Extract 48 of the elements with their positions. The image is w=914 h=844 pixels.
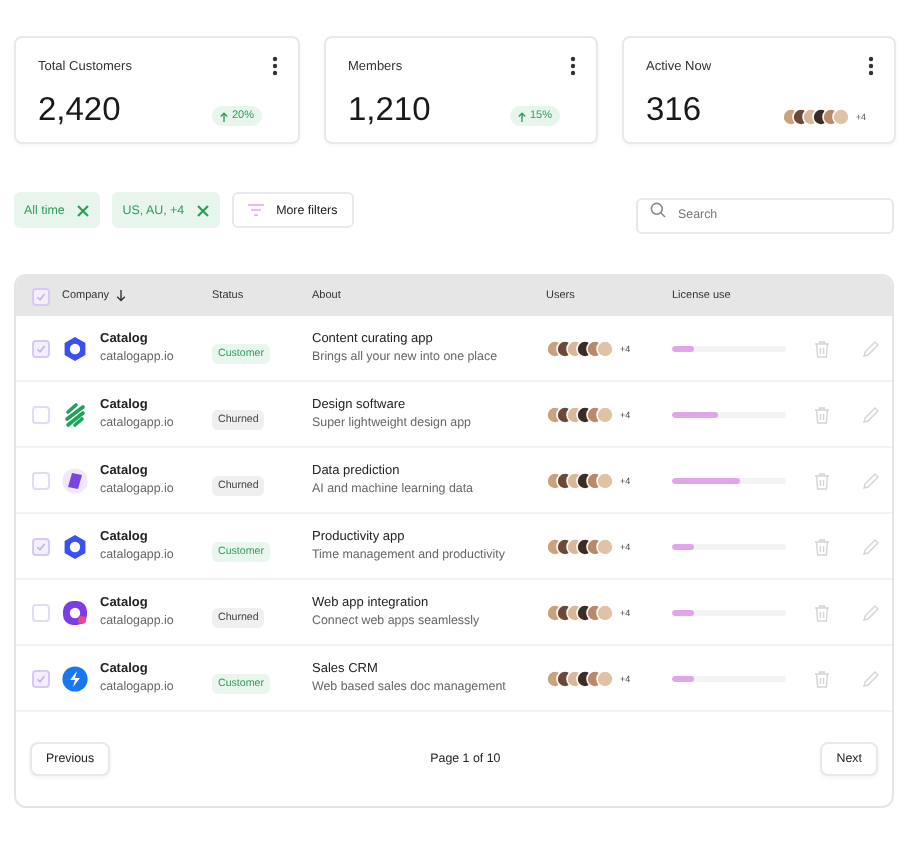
stat-value: 1,210 bbox=[348, 93, 431, 126]
row-checkbox[interactable] bbox=[32, 471, 50, 489]
checkmark-icon bbox=[36, 343, 46, 353]
checkmark-icon bbox=[36, 541, 46, 551]
company-logo-icon bbox=[62, 467, 88, 493]
row-checkbox[interactable] bbox=[32, 405, 50, 423]
company-logo-icon bbox=[62, 665, 88, 691]
stat-value: 316 bbox=[646, 93, 702, 126]
trash-icon[interactable] bbox=[813, 405, 829, 423]
more-options-icon[interactable] bbox=[868, 56, 874, 76]
trash-icon[interactable] bbox=[813, 471, 829, 489]
company-logo-icon bbox=[62, 401, 88, 427]
up-arrow-icon bbox=[517, 111, 526, 121]
row-checkbox[interactable] bbox=[32, 537, 50, 555]
pencil-icon[interactable] bbox=[862, 471, 880, 489]
close-icon[interactable] bbox=[76, 203, 91, 217]
pencil-icon[interactable] bbox=[862, 537, 880, 555]
up-arrow-icon bbox=[219, 111, 228, 121]
pencil-icon[interactable] bbox=[862, 603, 880, 621]
row-checkbox[interactable] bbox=[32, 339, 50, 357]
company-logo-icon bbox=[62, 599, 88, 625]
trash-icon[interactable] bbox=[813, 537, 829, 555]
sort-arrow-icon[interactable] bbox=[115, 290, 126, 302]
avatar-stack-icon bbox=[546, 339, 616, 357]
avatar-stack-icon bbox=[546, 603, 616, 621]
select-all-checkbox[interactable] bbox=[32, 287, 50, 305]
trash-icon[interactable] bbox=[813, 339, 829, 357]
row-checkbox[interactable] bbox=[32, 603, 50, 621]
stat-value: 2,420 bbox=[38, 93, 121, 126]
pencil-icon[interactable] bbox=[862, 405, 880, 423]
avatar-stack-icon bbox=[546, 669, 616, 687]
company-logo-icon bbox=[62, 533, 88, 559]
checkmark-icon bbox=[36, 673, 46, 683]
row-checkbox[interactable] bbox=[32, 669, 50, 687]
trash-icon[interactable] bbox=[813, 603, 829, 621]
filter-icon bbox=[248, 204, 265, 216]
close-icon[interactable] bbox=[196, 203, 211, 217]
avatar-stack-icon bbox=[781, 108, 852, 126]
checkmark-icon bbox=[36, 291, 46, 301]
company-logo-icon bbox=[62, 335, 88, 361]
avatar-stack-icon bbox=[546, 471, 616, 489]
avatar-stack-icon bbox=[546, 405, 616, 423]
more-options-icon[interactable] bbox=[570, 56, 576, 76]
pencil-icon[interactable] bbox=[862, 339, 880, 357]
avatar-stack-icon bbox=[546, 537, 616, 555]
pencil-icon[interactable] bbox=[862, 669, 880, 687]
more-options-icon[interactable] bbox=[272, 56, 278, 76]
trash-icon[interactable] bbox=[813, 669, 829, 687]
